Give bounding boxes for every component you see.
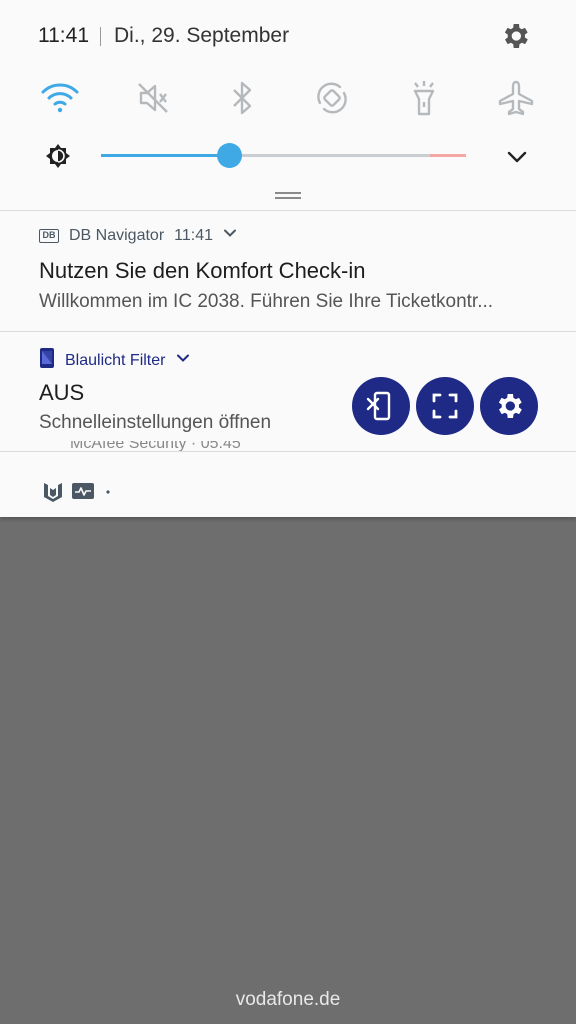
rotate-icon[interactable] [310,76,354,120]
wifi-icon[interactable] [38,76,82,120]
status-row: 11:41 Di., 29. September [0,0,576,72]
activity-icon [72,482,94,505]
airplane-icon[interactable] [494,76,538,120]
notification-db-navigator[interactable]: DB DB Navigator 11:41 Nutzen Sie den Kom… [0,211,576,331]
filter-off-button[interactable] [352,377,410,435]
notification-time: 11:41 [174,226,214,244]
divider [0,451,576,452]
notification-header: DB DB Navigator 11:41 [39,226,237,245]
separator [100,27,101,46]
chevron-down-icon[interactable] [175,351,191,370]
notification-text: Willkommen im IC 2038. Führen Sie Ihre T… [39,291,494,312]
brightness-slider[interactable] [101,143,466,168]
clock: 11:41 [38,24,89,47]
bluetooth-icon[interactable] [220,76,264,120]
brightness-slider-thumb[interactable] [217,143,242,168]
phone-icon [39,347,55,374]
notification-header: Blaulicht Filter [39,347,191,374]
settings-button[interactable] [480,377,538,435]
chevron-down-icon[interactable] [223,226,237,245]
mcafee-notification-peek: McAfee Security · 05:45 [70,441,241,452]
fullscreen-button[interactable] [416,377,474,435]
date: Di., 29. September [114,24,290,47]
notification-title: Nutzen Sie den Komfort Check-in [39,258,366,283]
mute-icon[interactable] [131,76,175,120]
brightness-row [0,130,576,180]
flashlight-icon[interactable] [402,76,446,120]
notification-title: AUS [39,380,85,405]
gear-icon[interactable] [499,20,531,52]
notification-panel: 11:41 Di., 29. September DB DB Navigator… [0,0,576,517]
notification-text: Schnelleinstellungen öffnen [39,412,272,433]
carrier-label: vodafone.de [235,989,341,1010]
notification-blaulicht-filter[interactable]: Blaulicht Filter AUS Schnelleinstellunge… [0,332,576,450]
brightness-icon [44,142,72,170]
mcafee-shield-icon [42,480,64,507]
app-name: DB Navigator [69,226,165,244]
app-name: Blaulicht Filter [65,351,166,369]
notification-overflow-icons[interactable] [42,480,114,507]
panel-drag-handle[interactable] [275,192,301,199]
brightness-slider-warning-zone [430,154,466,157]
more-dot-icon [102,485,114,503]
chevron-down-icon[interactable] [504,144,530,170]
brightness-slider-fill [101,154,229,157]
quick-settings-row [0,72,576,122]
db-app-icon: DB [39,228,59,243]
